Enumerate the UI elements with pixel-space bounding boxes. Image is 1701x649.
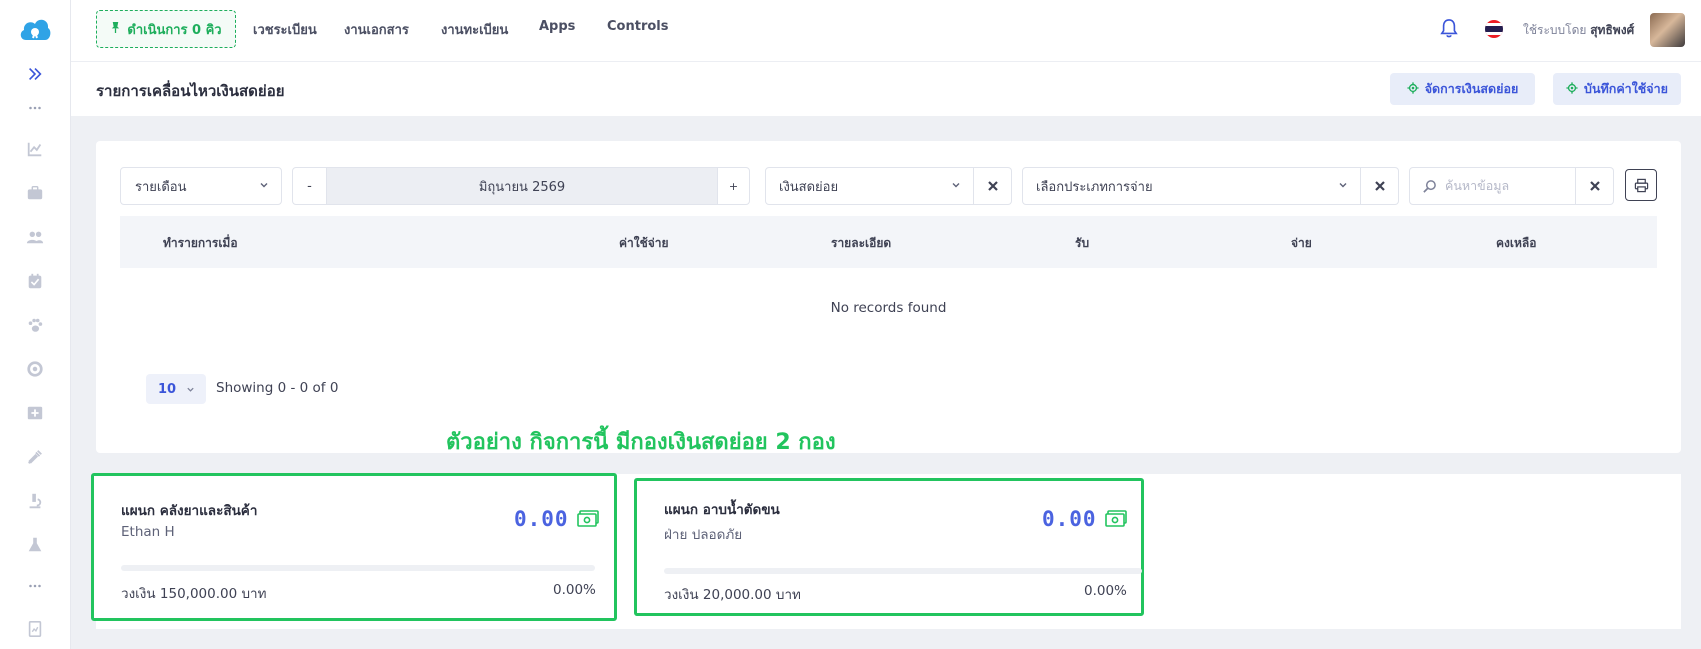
sub-header: รายการเคลื่อนไหวเงินสดย่อย จัดการเงินสดย… (71, 62, 1701, 116)
paw-icon[interactable] (25, 315, 45, 335)
fund-select-value: เงินสดย่อย (779, 179, 839, 195)
money-icon (577, 510, 599, 527)
gear-icon (1566, 81, 1578, 97)
nav-documents[interactable]: งานเอกสาร (344, 19, 409, 40)
search-placeholder: ค้นหาข้อมูล (1445, 178, 1510, 193)
medical-box-icon[interactable] (25, 403, 45, 423)
logo-icon[interactable] (18, 14, 52, 44)
fund-card[interactable]: แผนก คลังยาและสินค้า Ethan H 0.00 วงเงิน… (91, 473, 617, 621)
empty-state-text: No records found (830, 300, 947, 316)
fund-progress-bar (664, 568, 1142, 574)
page-size-value: 10 (158, 381, 177, 397)
fund-amount: 0.00 (1042, 507, 1097, 531)
briefcase-icon[interactable] (25, 183, 45, 203)
column-header[interactable]: ค่าใช้จ่าย (619, 234, 669, 253)
nav-medical-records[interactable]: เวชระเบียน (253, 19, 317, 40)
clear-expense-type-button[interactable] (1361, 167, 1399, 205)
users-icon[interactable] (25, 227, 45, 247)
queue-button-label: ดำเนินการ 0 คิว (127, 22, 222, 38)
bell-icon[interactable] (1440, 18, 1458, 42)
next-month-button[interactable]: + (717, 168, 749, 204)
user-label[interactable]: ใช้ระบบโดย สุทธิพงศ์ (1523, 21, 1634, 40)
close-icon (1589, 181, 1600, 191)
fund-subtitle: ฝ่าย ปลอดภัย (664, 527, 743, 543)
chevron-down-icon (1339, 183, 1347, 188)
month-value: มิถุนายน 2569 (327, 168, 717, 204)
pin-icon (110, 21, 121, 38)
fund-subtitle: Ethan H (121, 524, 175, 540)
example-note: ตัวอย่าง กิจการนี้ มีกองเงินสดย่อย 2 กอง (446, 430, 836, 455)
fund-limit: วงเงิน 150,000.00 บาท (121, 586, 267, 602)
fund-select[interactable]: เงินสดย่อย (765, 167, 974, 205)
prev-month-button[interactable]: - (293, 168, 327, 204)
column-header[interactable]: ทำรายการเมื่อ (163, 234, 238, 253)
fund-amount: 0.00 (514, 507, 569, 531)
top-header: ดำเนินการ 0 คิว เวชระเบียน งานเอกสาร งาน… (71, 0, 1701, 62)
manage-petty-cash-label: จัดการเงินสดย่อย (1424, 81, 1519, 96)
print-button[interactable] (1625, 169, 1657, 201)
avatar[interactable] (1650, 13, 1685, 47)
search-input[interactable]: ค้นหาข้อมูล (1409, 167, 1576, 205)
movement-card: รายเดือน - มิถุนายน 2569 + เงินสดย่อย เล… (96, 141, 1681, 453)
manage-petty-cash-button[interactable]: จัดการเงินสดย่อย (1390, 73, 1535, 105)
user-prefix: ใช้ระบบโดย (1523, 23, 1587, 37)
print-icon (1634, 178, 1648, 192)
nav-controls[interactable]: Controls (607, 19, 668, 34)
period-select-value: รายเดือน (135, 179, 187, 195)
thai-flag-icon[interactable] (1485, 20, 1503, 38)
fund-progress-bar (121, 565, 595, 571)
flask-icon[interactable] (25, 535, 45, 555)
column-header[interactable]: รายละเอียด (831, 234, 891, 253)
syringe-icon[interactable] (25, 447, 45, 467)
expense-type-placeholder: เลือกประเภทการจ่าย (1036, 179, 1153, 195)
more-icon[interactable] (25, 576, 45, 596)
chevron-down-icon (260, 183, 268, 188)
report-icon[interactable] (25, 619, 45, 639)
fund-percent: 0.00% (553, 582, 596, 598)
clear-search-button[interactable] (1576, 167, 1614, 205)
pagination-info: Showing 0 - 0 of 0 (216, 380, 339, 396)
search-icon (1423, 179, 1436, 193)
chevron-down-icon (952, 183, 960, 188)
table-header: ทำรายการเมื่อ ค่าใช้จ่าย รายละเอียด รับ … (120, 216, 1657, 268)
fund-card[interactable]: แผนก อาบน้ำตัดขน ฝ่าย ปลอดภัย 0.00 วงเงิ… (634, 478, 1144, 616)
fund-percent: 0.00% (1084, 583, 1127, 599)
record-expense-label: บันทึกค่าใช้จ่าย (1584, 81, 1668, 96)
column-header[interactable]: รับ (1075, 234, 1089, 253)
month-stepper: - มิถุนายน 2569 + (292, 167, 750, 205)
queue-button[interactable]: ดำเนินการ 0 คิว (96, 10, 236, 48)
expand-icon[interactable] (25, 64, 45, 84)
page-title: รายการเคลื่อนไหวเงินสดย่อย (96, 82, 285, 100)
clear-fund-button[interactable] (974, 167, 1012, 205)
chart-icon[interactable] (25, 139, 45, 159)
column-header[interactable]: จ่าย (1291, 234, 1312, 253)
more-icon[interactable] (25, 98, 45, 118)
record-expense-button[interactable]: บันทึกค่าใช้จ่าย (1553, 73, 1681, 105)
close-icon (1374, 181, 1385, 191)
user-name: สุทธิพงศ์ (1590, 23, 1635, 37)
close-icon (987, 181, 998, 191)
page-size-select[interactable]: 10 (146, 374, 206, 404)
chevron-down-icon (187, 387, 194, 392)
expense-type-select[interactable]: เลือกประเภทการจ่าย (1022, 167, 1361, 205)
money-icon (1105, 510, 1127, 527)
nav-apps[interactable]: Apps (539, 19, 575, 34)
nav-registration[interactable]: งานทะเบียน (441, 19, 508, 40)
period-select[interactable]: รายเดือน (120, 167, 282, 205)
gear-icon (1407, 81, 1419, 97)
calendar-check-icon[interactable] (25, 271, 45, 291)
sidebar (0, 0, 71, 649)
fund-title: แผนก คลังยาและสินค้า (121, 503, 258, 519)
fund-title: แผนก อาบน้ำตัดขน (664, 502, 780, 518)
lifebuoy-icon[interactable] (25, 359, 45, 379)
fund-limit: วงเงิน 20,000.00 บาท (664, 587, 801, 603)
microscope-icon[interactable] (25, 491, 45, 511)
column-header[interactable]: คงเหลือ (1496, 234, 1536, 253)
